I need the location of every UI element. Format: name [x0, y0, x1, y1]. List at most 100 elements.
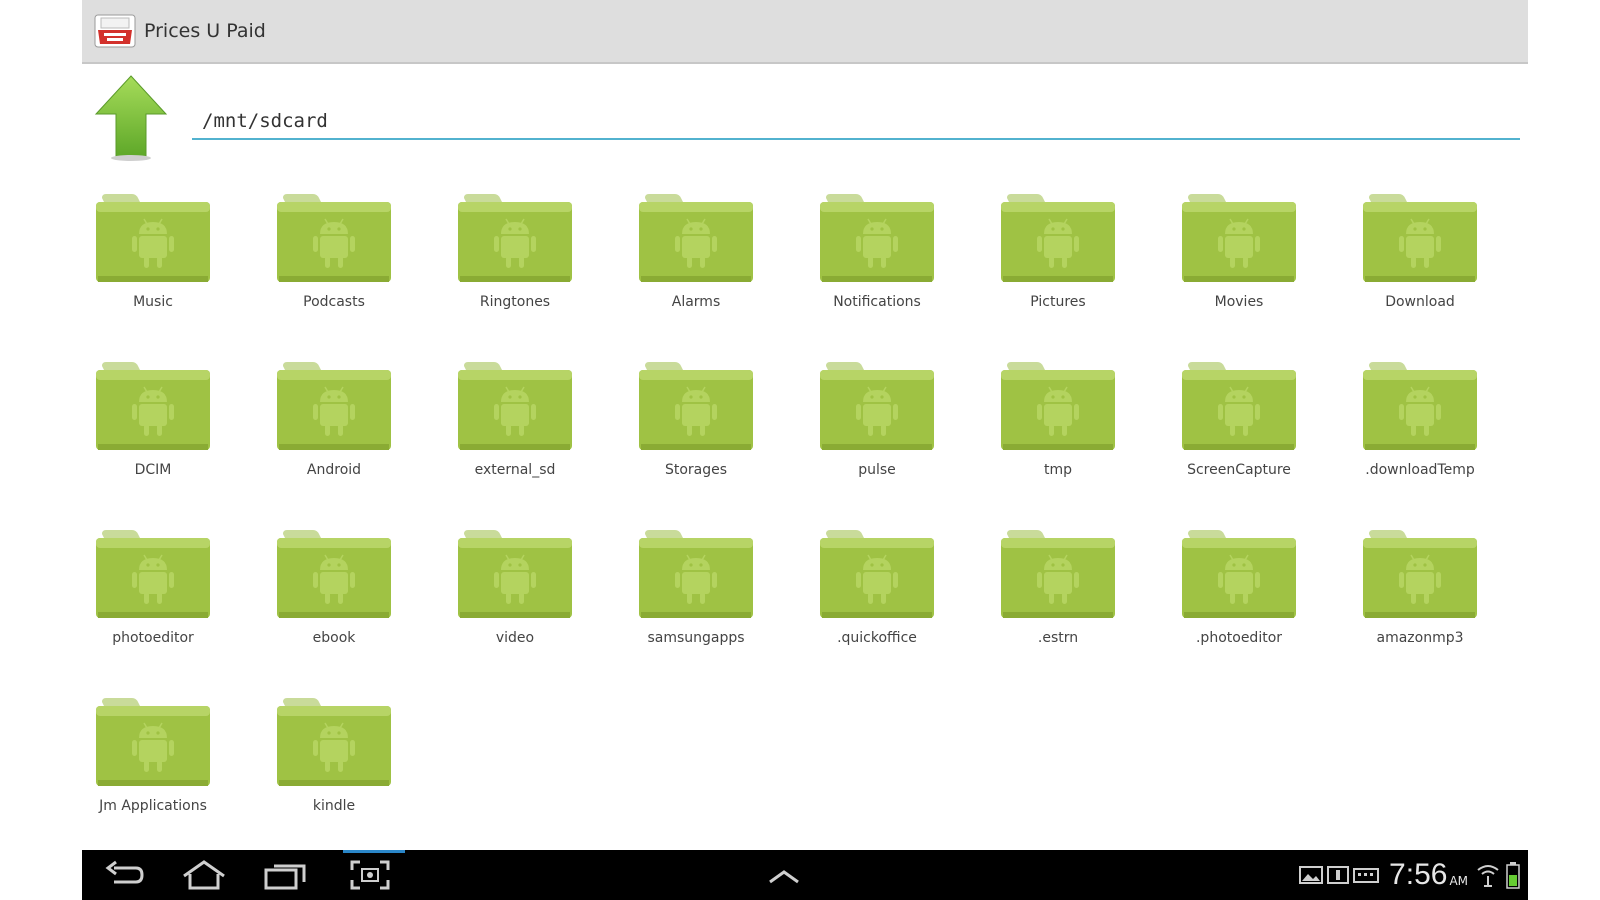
path-field[interactable]	[192, 104, 1520, 140]
folder-item[interactable]: amazonmp3	[1349, 524, 1528, 674]
gallery-icon	[1299, 866, 1324, 884]
folder-label: Notifications	[833, 294, 921, 310]
folder-label: Android	[306, 462, 362, 478]
folder-label: Ringtones	[479, 294, 551, 310]
folder-item[interactable]: pulse	[806, 356, 987, 506]
folder-item[interactable]: Storages	[625, 356, 806, 506]
wifi-icon	[1477, 865, 1499, 887]
menu-button[interactable]	[760, 858, 808, 892]
folder-label: Jm Applications	[99, 798, 207, 814]
android-folder-icon	[820, 194, 934, 282]
android-folder-icon	[96, 530, 210, 618]
folder-item[interactable]: .estrn	[987, 524, 1168, 674]
folder-item[interactable]: Jm Applications	[82, 692, 263, 842]
android-folder-icon	[96, 362, 210, 450]
path-bar	[82, 68, 1528, 168]
folder-label: .quickoffice	[837, 630, 917, 646]
folder-item[interactable]: Pictures	[987, 188, 1168, 338]
folder-item[interactable]: .downloadTemp	[1349, 356, 1528, 506]
system-nav-bar: 7:56 AM	[82, 850, 1528, 900]
android-folder-icon	[639, 362, 753, 450]
android-folder-icon	[277, 530, 391, 618]
folder-label: Pictures	[1030, 294, 1086, 310]
folder-item[interactable]: samsungapps	[625, 524, 806, 674]
folder-item[interactable]: external_sd	[444, 356, 625, 506]
folder-label: Download	[1385, 294, 1455, 310]
active-indicator	[343, 850, 405, 853]
notification-icon	[1327, 866, 1350, 884]
folder-item[interactable]: DCIM	[82, 356, 263, 506]
folder-item[interactable]: ScreenCapture	[1168, 356, 1349, 506]
folder-label: Music	[133, 294, 173, 310]
android-folder-icon	[277, 194, 391, 282]
recent-apps-icon	[264, 864, 306, 890]
android-folder-icon	[1001, 362, 1115, 450]
android-folder-icon	[277, 698, 391, 786]
folder-label: kindle	[312, 798, 356, 814]
app-title: Prices U Paid	[144, 20, 266, 42]
android-folder-icon	[1363, 530, 1477, 618]
folder-item[interactable]: Alarms	[625, 188, 806, 338]
android-folder-icon	[458, 194, 572, 282]
chevron-up-icon	[769, 870, 799, 884]
android-folder-icon	[277, 362, 391, 450]
android-folder-icon	[1001, 194, 1115, 282]
android-folder-icon	[1363, 194, 1477, 282]
folder-label: ScreenCapture	[1187, 462, 1291, 478]
folder-label: .downloadTemp	[1365, 462, 1475, 478]
folder-item[interactable]: Music	[82, 188, 263, 338]
android-folder-icon	[1182, 362, 1296, 450]
title-bar: Prices U Paid	[82, 0, 1528, 64]
keyboard-icon	[1353, 868, 1380, 883]
folder-label: .estrn	[1037, 630, 1079, 646]
folder-item[interactable]: Download	[1349, 188, 1528, 338]
recent-apps-button[interactable]	[262, 858, 310, 892]
folder-item[interactable]: Android	[263, 356, 444, 506]
folder-item[interactable]: Podcasts	[263, 188, 444, 338]
back-icon	[105, 860, 144, 884]
android-folder-icon	[1182, 194, 1296, 282]
clock-ampm: AM	[1449, 874, 1468, 888]
folder-label: Alarms	[671, 294, 721, 310]
folder-label: Movies	[1214, 294, 1264, 310]
folder-label: pulse	[858, 462, 896, 478]
folder-label: Podcasts	[303, 294, 365, 310]
home-icon	[183, 860, 225, 890]
android-folder-icon	[639, 194, 753, 282]
android-folder-icon	[639, 530, 753, 618]
folder-item[interactable]: .quickoffice	[806, 524, 987, 674]
folder-label: samsungapps	[647, 630, 745, 646]
folder-item[interactable]: .photoeditor	[1168, 524, 1349, 674]
android-folder-icon	[96, 698, 210, 786]
folder-label: external_sd	[474, 462, 556, 478]
folder-item[interactable]: kindle	[263, 692, 444, 842]
clock-time: 7:56	[1389, 858, 1448, 891]
app-screen: Prices U Paid Music Podcasts Ringtones Alar…	[82, 0, 1528, 900]
folder-grid: Music Podcasts Ringtones Alarms Notification…	[82, 188, 1528, 838]
up-arrow-icon	[94, 75, 168, 161]
android-folder-icon	[820, 530, 934, 618]
screen-capture-button[interactable]	[346, 858, 394, 892]
folder-label: .photoeditor	[1195, 630, 1283, 646]
folder-item[interactable]: Notifications	[806, 188, 987, 338]
folder-label: video	[495, 630, 535, 646]
folder-item[interactable]: tmp	[987, 356, 1168, 506]
folder-item[interactable]: photoeditor	[82, 524, 263, 674]
folder-item[interactable]: ebook	[263, 524, 444, 674]
up-directory-button[interactable]	[94, 72, 168, 162]
status-area[interactable]: 7:56 AM	[1299, 856, 1520, 894]
folder-label: ebook	[312, 630, 356, 646]
android-folder-icon	[1182, 530, 1296, 618]
folder-label: tmp	[1043, 462, 1072, 478]
android-folder-icon	[1363, 362, 1477, 450]
battery-icon	[1506, 862, 1520, 889]
android-folder-icon	[458, 530, 572, 618]
folder-item[interactable]: Movies	[1168, 188, 1349, 338]
android-folder-icon	[1001, 530, 1115, 618]
folder-item[interactable]: Ringtones	[444, 188, 625, 338]
android-folder-icon	[96, 194, 210, 282]
android-folder-icon	[820, 362, 934, 450]
back-button[interactable]	[100, 858, 148, 892]
folder-item[interactable]: video	[444, 524, 625, 674]
home-button[interactable]	[180, 858, 228, 892]
